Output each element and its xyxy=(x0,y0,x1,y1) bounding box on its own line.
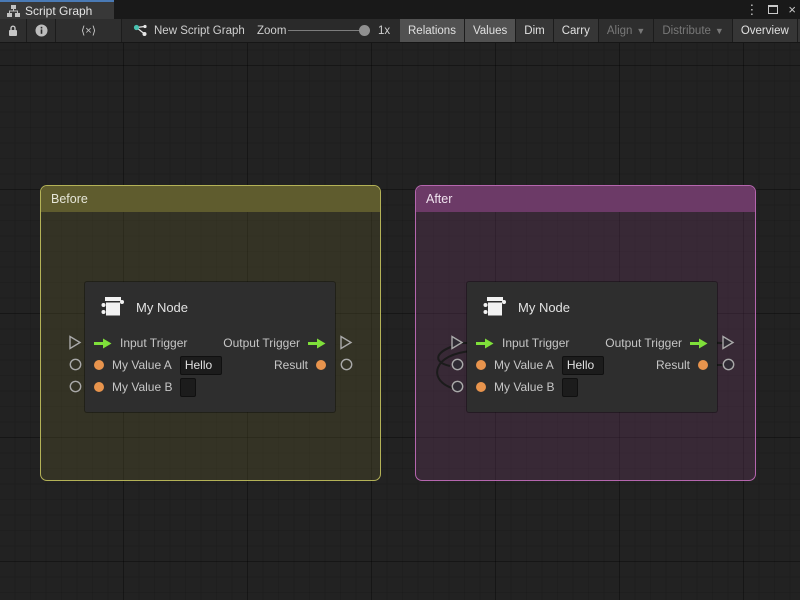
node-title: My Node xyxy=(518,300,570,315)
group-before-label: Before xyxy=(51,192,88,206)
carry-toggle[interactable]: Carry xyxy=(554,19,599,42)
chevron-down-icon: ▼ xyxy=(636,26,645,36)
group-before-header[interactable]: Before xyxy=(41,186,380,212)
external-value-port[interactable] xyxy=(340,358,353,371)
info-button[interactable] xyxy=(27,19,56,42)
window-maximize-button[interactable] xyxy=(768,5,778,14)
value-b-field[interactable] xyxy=(180,378,196,397)
node-header: My Node xyxy=(99,294,188,320)
external-value-port[interactable] xyxy=(451,380,464,393)
value-output-port[interactable] xyxy=(698,360,708,370)
external-flow-port[interactable] xyxy=(339,335,353,350)
dim-toggle[interactable]: Dim xyxy=(516,19,553,42)
info-icon xyxy=(35,24,48,37)
graph-name-label: New Script Graph xyxy=(133,19,245,42)
lock-button[interactable] xyxy=(0,19,27,42)
flow-output-port[interactable] xyxy=(308,338,326,349)
group-after-header[interactable]: After xyxy=(416,186,755,212)
window-close-button[interactable]: × xyxy=(788,0,796,19)
value-a-field[interactable] xyxy=(562,356,604,375)
external-flow-port[interactable] xyxy=(721,335,735,350)
window-menu-button[interactable]: ⋮ xyxy=(745,0,758,19)
external-flow-port[interactable] xyxy=(450,335,464,350)
unit-node-icon xyxy=(99,294,126,320)
flow-input-port[interactable] xyxy=(476,338,494,349)
distribute-dropdown[interactable]: Distribute ▼ xyxy=(654,19,733,42)
external-value-port[interactable] xyxy=(451,358,464,371)
external-value-port[interactable] xyxy=(722,358,735,371)
relations-toggle[interactable]: Relations xyxy=(400,19,465,42)
tab-script-graph[interactable]: Script Graph xyxy=(0,0,114,19)
value-input-port[interactable] xyxy=(94,382,104,392)
overview-button[interactable]: Overview xyxy=(733,19,798,42)
group-after-label: After xyxy=(426,192,452,206)
lock-icon xyxy=(7,24,19,37)
flow-input-port[interactable] xyxy=(94,338,112,349)
flow-output-port[interactable] xyxy=(690,338,708,349)
value-input-port[interactable] xyxy=(476,360,486,370)
chevron-down-icon: ▼ xyxy=(715,26,724,36)
window-tab-bar: Script Graph ⋮ × xyxy=(0,0,800,19)
zoom-slider-handle[interactable] xyxy=(359,25,370,36)
node-header: My Node xyxy=(481,294,570,320)
value-b-field[interactable] xyxy=(562,378,578,397)
angle-brackets-icon: ⟨×⟩ xyxy=(81,24,96,37)
graph-hierarchy-icon xyxy=(7,5,20,17)
zoom-label: Zoom xyxy=(257,19,286,42)
external-flow-port[interactable] xyxy=(68,335,82,350)
node-my-node-before[interactable]: My Node Input Trigger Output Trigger My … xyxy=(85,282,335,412)
value-input-port[interactable] xyxy=(94,360,104,370)
tab-title: Script Graph xyxy=(25,4,92,18)
zoom-value: 1x xyxy=(378,19,390,42)
values-toggle[interactable]: Values xyxy=(465,19,516,42)
toolbar-toggles: Relations Values Dim Carry Align ▼ Distr… xyxy=(400,19,800,42)
unit-node-icon xyxy=(481,294,508,320)
zoom-slider-track[interactable] xyxy=(288,30,370,31)
value-output-port[interactable] xyxy=(316,360,326,370)
script-graph-icon xyxy=(133,24,148,37)
external-value-port[interactable] xyxy=(69,380,82,393)
graph-name: New Script Graph xyxy=(154,25,245,37)
graph-toolbar: ⟨×⟩ New Script Graph Zoom 1x Relations V… xyxy=(0,19,800,43)
value-a-field[interactable] xyxy=(180,356,222,375)
align-dropdown[interactable]: Align ▼ xyxy=(599,19,655,42)
node-my-node-after[interactable]: My Node Input Trigger Output Trigger My … xyxy=(467,282,717,412)
value-input-port[interactable] xyxy=(476,382,486,392)
graph-canvas[interactable]: Before After My Node xyxy=(0,43,800,600)
node-title: My Node xyxy=(136,300,188,315)
external-value-port[interactable] xyxy=(69,358,82,371)
code-view-button[interactable]: ⟨×⟩ xyxy=(56,19,122,42)
